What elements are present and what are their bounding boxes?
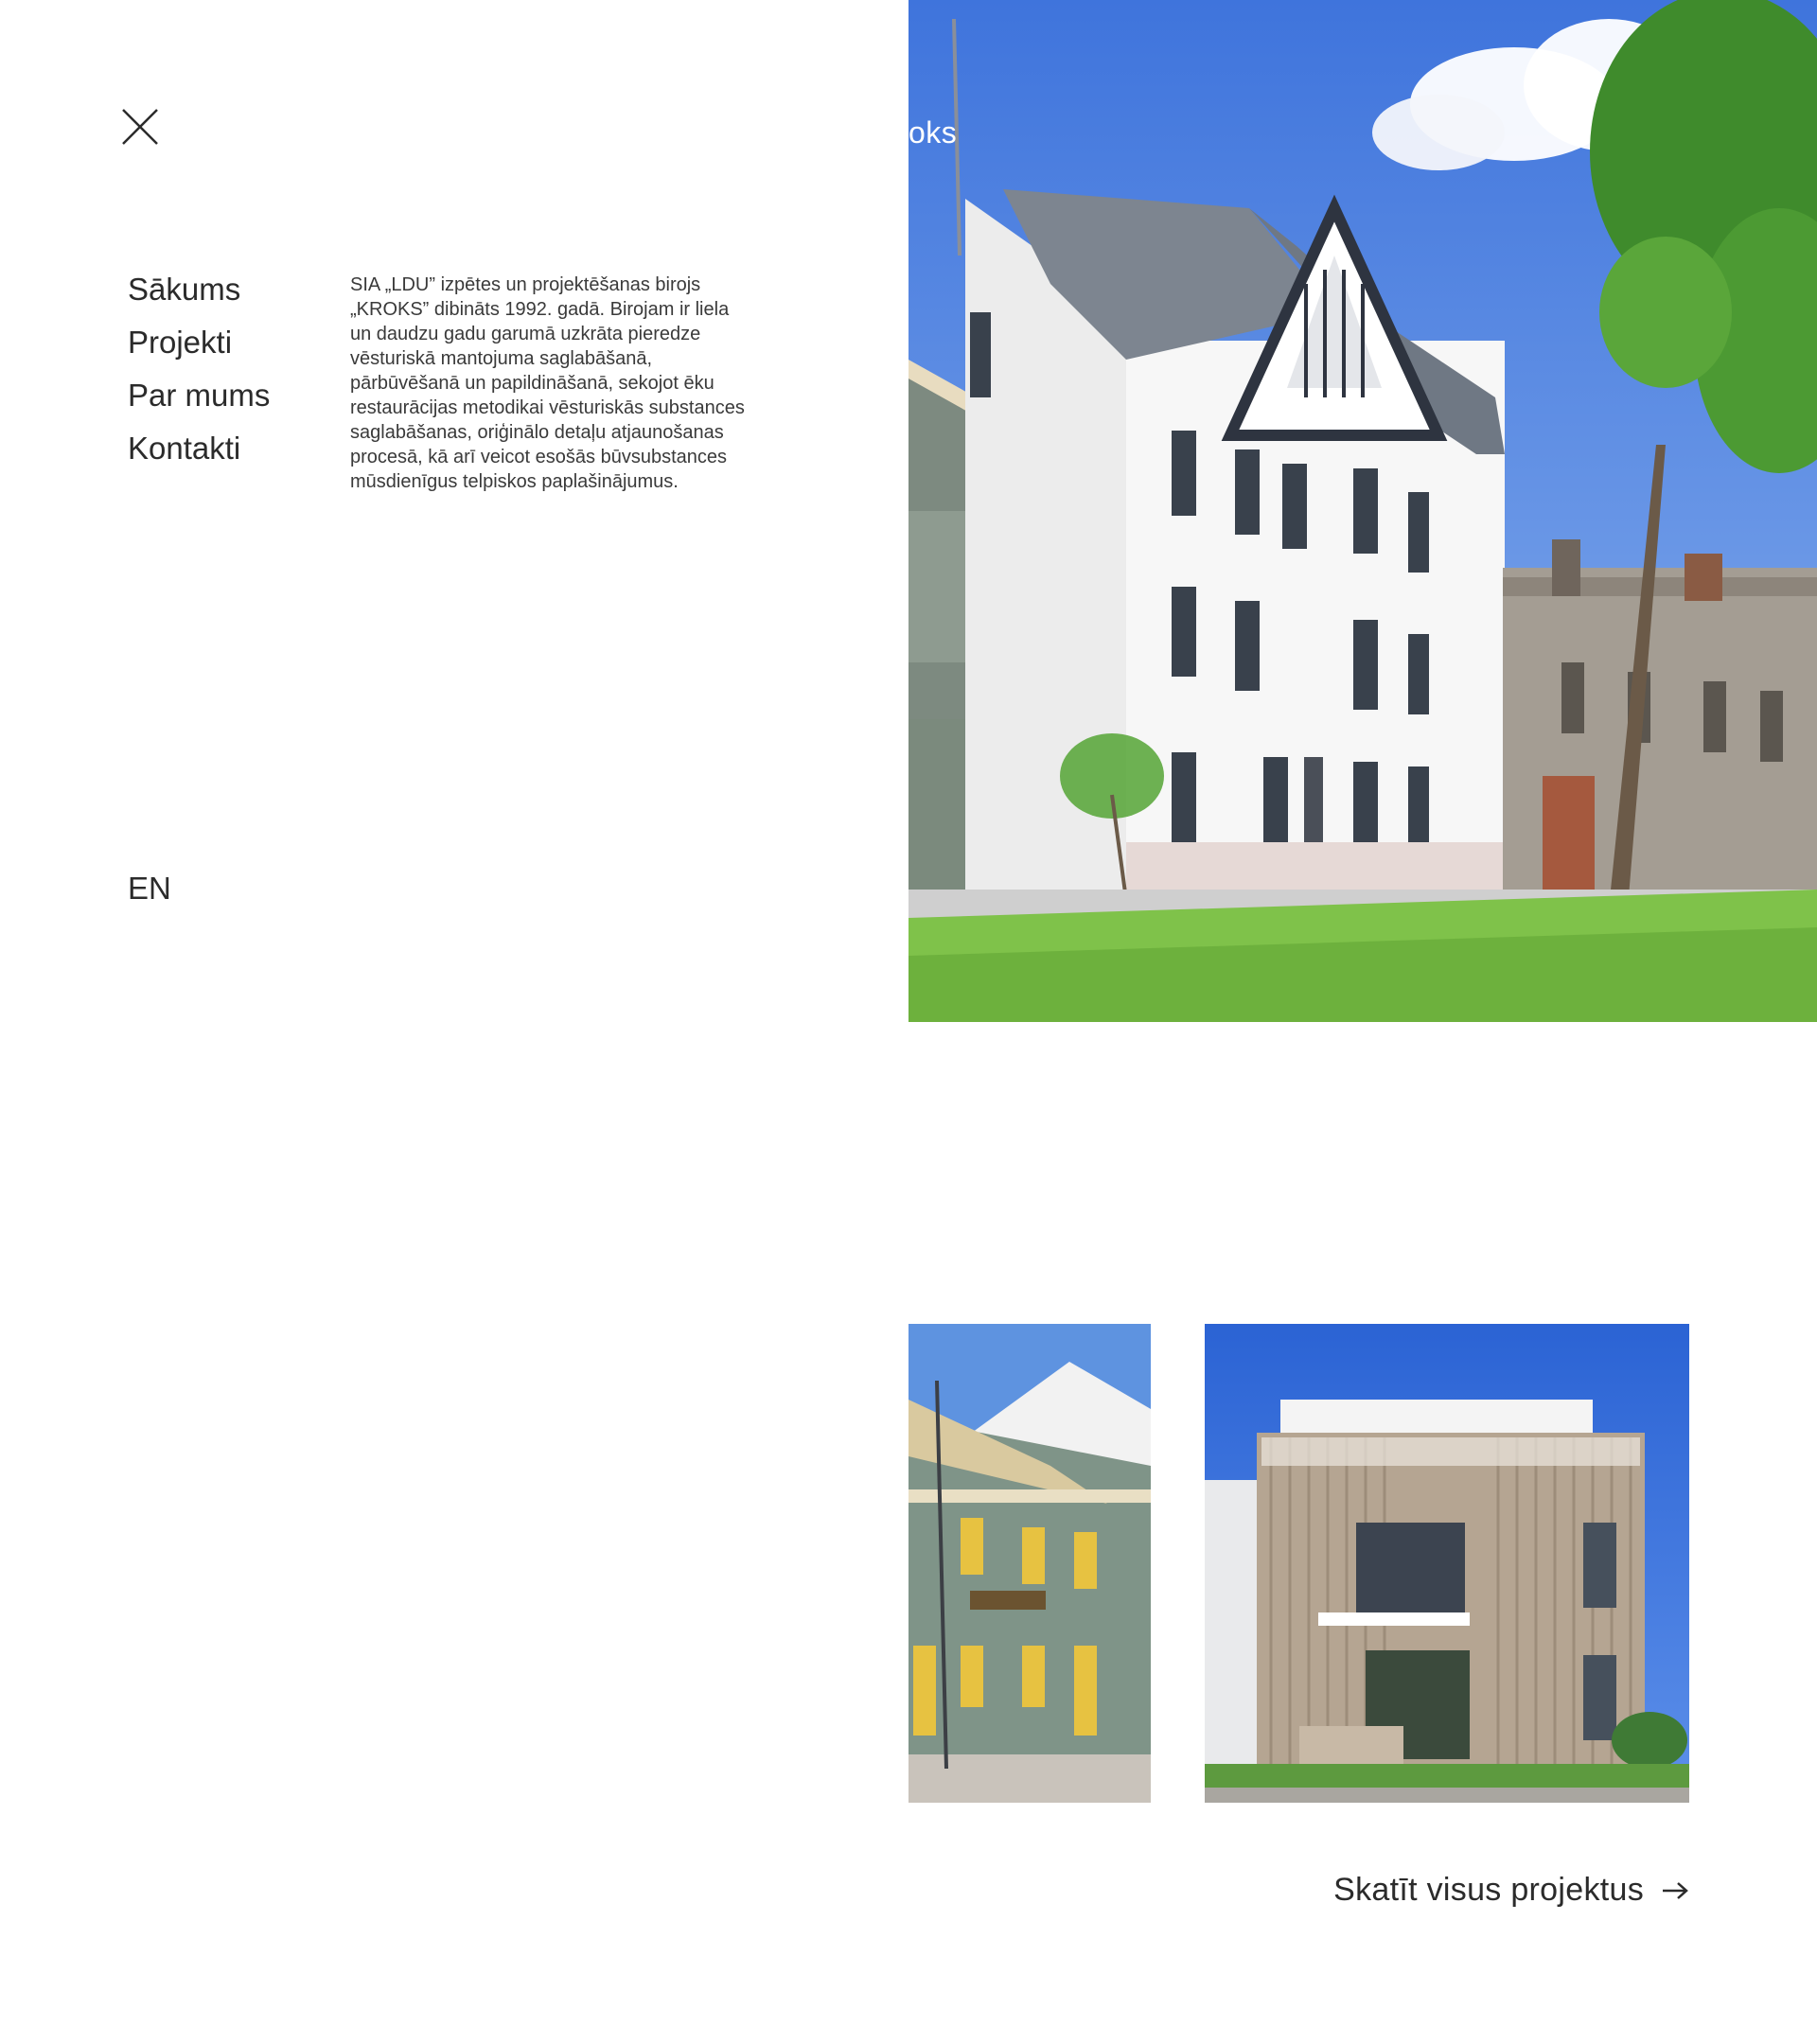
view-all-projects-label: Skatīt visus projektus (1333, 1872, 1644, 1908)
nav-item-projekti[interactable]: Projekti (128, 316, 270, 369)
nav-item-kontakti[interactable]: Kontakti (128, 422, 270, 475)
nav-item-sakums[interactable]: Sākums (128, 263, 270, 316)
arrow-right-icon (1661, 1880, 1689, 1901)
language-switch[interactable]: EN (128, 871, 171, 907)
project-thumbnail-green-house[interactable] (908, 1324, 1151, 1803)
about-description: SIA „LDU” izpētes un projektēšanas biroj… (350, 274, 745, 492)
project-image-green-house (908, 1324, 1151, 1803)
hero-photo: oks (908, 0, 1817, 1022)
hero-building-illustration (908, 0, 1817, 1022)
nav-item-par-mums[interactable]: Par mums (128, 369, 270, 422)
project-thumbnail-modern-house[interactable] (1205, 1324, 1689, 1803)
close-icon (122, 109, 158, 145)
logo-text-fragment: oks (908, 115, 958, 150)
project-image-modern-house (1205, 1324, 1689, 1803)
main-navigation: Sākums Projekti Par mums Kontakti (128, 263, 270, 475)
close-menu-button[interactable] (119, 106, 167, 153)
view-all-projects-link[interactable]: Skatīt visus projektus (1333, 1872, 1689, 1909)
